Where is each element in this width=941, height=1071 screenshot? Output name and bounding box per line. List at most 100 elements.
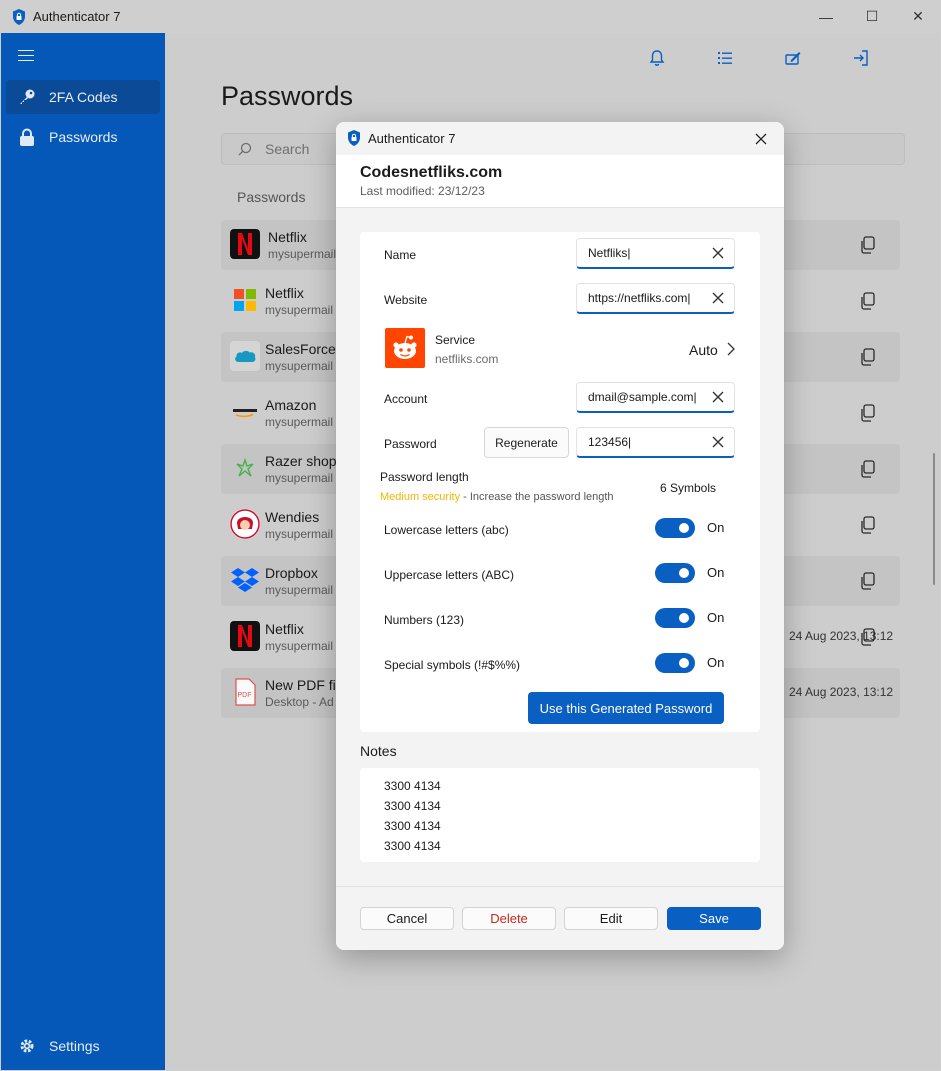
shield-lock-icon — [348, 130, 360, 146]
close-icon: ✕ — [912, 8, 924, 24]
edit-button[interactable]: Edit — [564, 907, 658, 930]
password-field[interactable]: 123456| — [576, 427, 735, 458]
website-label: Website — [384, 293, 428, 307]
copy-icon[interactable] — [859, 628, 877, 646]
row-sub: mysupermail — [265, 359, 334, 373]
title-bar: Authenticator 7 — ☐ ✕ — [0, 0, 941, 33]
copy-icon[interactable] — [859, 572, 877, 590]
use-generated-password-button[interactable]: Use this Generated Password — [528, 692, 724, 724]
website-field[interactable]: https://netfliks.com| — [576, 283, 735, 314]
copy-icon[interactable] — [859, 460, 877, 478]
clear-icon[interactable] — [711, 291, 725, 305]
account-value: dmail@sample.com| — [588, 390, 697, 404]
sidebar-item-2fa-codes[interactable]: 2FA Codes — [6, 80, 160, 114]
clear-icon[interactable] — [711, 390, 725, 404]
save-button[interactable]: Save — [667, 907, 761, 930]
dialog-close-button[interactable] — [749, 130, 773, 148]
edit-icon[interactable] — [784, 49, 802, 67]
name-field[interactable]: Netfliks| — [576, 238, 735, 269]
wendys-logo-icon — [230, 509, 260, 539]
copy-icon[interactable] — [859, 236, 877, 254]
lowercase-toggle[interactable] — [655, 518, 695, 538]
name-value: Netfliks| — [588, 246, 631, 260]
row-sub: mysupermail — [265, 471, 334, 485]
copy-icon[interactable] — [859, 292, 877, 310]
service-label: Service — [435, 333, 476, 347]
reddit-logo-icon — [385, 328, 425, 368]
numbers-toggle[interactable] — [655, 608, 695, 628]
notes-line: 3300 4134 — [384, 819, 441, 833]
dialog-header: Codesnetfliks.com Last modified: 23/12/2… — [336, 155, 784, 208]
razer-logo-icon — [230, 453, 260, 483]
account-label: Account — [384, 392, 428, 406]
row-name: Amazon — [265, 397, 317, 413]
hamburger-menu-icon[interactable] — [18, 50, 34, 62]
dialog-footer: Cancel Delete Edit Save — [336, 886, 784, 950]
last-modified: Last modified: 23/12/23 — [360, 184, 485, 198]
scrollbar[interactable] — [933, 453, 935, 585]
settings-label: Settings — [49, 1038, 100, 1054]
account-field[interactable]: dmail@sample.com| — [576, 382, 735, 413]
lowercase-label: Lowercase letters (abc) — [384, 523, 509, 537]
row-name: SalesForce — [265, 341, 336, 357]
list-header: Passwords — [237, 189, 306, 205]
row-name: Wendies — [265, 509, 320, 525]
window-title: Authenticator 7 — [33, 9, 121, 24]
password-value: 123456| — [588, 435, 632, 449]
close-button[interactable]: ✕ — [895, 0, 941, 33]
sidebar-item-settings[interactable]: Settings — [6, 1029, 160, 1063]
notes-textarea[interactable]: 3300 4134 3300 4134 3300 4134 3300 4134 — [360, 768, 760, 862]
entry-form-card: Name Netfliks| Website https://netfliks.… — [360, 232, 760, 732]
dropbox-logo-icon — [230, 565, 260, 595]
row-sub: mysupermail — [265, 527, 334, 541]
delete-button[interactable]: Delete — [462, 907, 556, 930]
salesforce-logo-icon — [230, 341, 260, 371]
maximize-button[interactable]: ☐ — [849, 0, 895, 33]
clear-icon[interactable] — [711, 435, 725, 449]
key-icon — [17, 87, 37, 107]
regenerate-button[interactable]: Regenerate — [484, 427, 569, 458]
copy-icon[interactable] — [859, 404, 877, 422]
sidebar-item-label: 2FA Codes — [49, 89, 118, 105]
row-sub: mysupermail — [265, 415, 334, 429]
row-name: Dropbox — [265, 565, 318, 581]
microsoft-logo-icon — [230, 285, 260, 315]
page-title: Passwords — [221, 81, 354, 111]
search-icon — [238, 142, 252, 156]
bell-icon[interactable] — [648, 49, 666, 67]
chevron-right-icon[interactable] — [726, 342, 736, 356]
row-date: 24 Aug 2023, 13:12 — [789, 629, 894, 643]
close-icon — [755, 133, 767, 145]
uppercase-toggle[interactable] — [655, 563, 695, 583]
copy-icon[interactable] — [859, 348, 877, 366]
clear-icon[interactable] — [711, 246, 725, 260]
row-sub: mysupermail — [268, 247, 337, 261]
name-label: Name — [384, 248, 417, 262]
entry-title: Codesnetfliks.com — [360, 164, 503, 181]
dialog-title: Authenticator 7 — [368, 131, 456, 146]
toggle-state: On — [707, 520, 725, 535]
lock-icon — [17, 127, 37, 147]
row-date: 24 Aug 2023, 13:12 — [789, 685, 894, 699]
notes-line: 3300 4134 — [384, 779, 441, 793]
row-sub: mysupermail — [265, 303, 334, 317]
list-icon[interactable] — [716, 49, 734, 67]
special-symbols-toggle[interactable] — [655, 653, 695, 673]
pdf-file-icon: PDF — [230, 677, 260, 707]
minimize-button[interactable]: — — [803, 0, 849, 33]
notes-label: Notes — [360, 743, 397, 759]
notes-line: 3300 4134 — [384, 839, 441, 853]
sign-in-icon[interactable] — [852, 49, 870, 67]
cancel-button[interactable]: Cancel — [360, 907, 454, 930]
special-symbols-label: Special symbols (!#$%%) — [384, 658, 521, 672]
maximize-icon: ☐ — [865, 8, 879, 24]
password-length-value[interactable]: 6 Symbols — [660, 481, 716, 495]
sidebar-item-label: Passwords — [49, 129, 118, 145]
copy-icon[interactable] — [859, 516, 877, 534]
row-name: Razer shop — [265, 453, 337, 469]
service-mode-selector[interactable]: Auto — [689, 342, 718, 358]
password-strength-hint: Medium security - Increase the password … — [380, 491, 614, 503]
search-placeholder: Search — [265, 141, 310, 157]
sidebar-item-passwords[interactable]: Passwords — [6, 120, 160, 154]
row-sub: Desktop - Ad — [265, 695, 334, 709]
